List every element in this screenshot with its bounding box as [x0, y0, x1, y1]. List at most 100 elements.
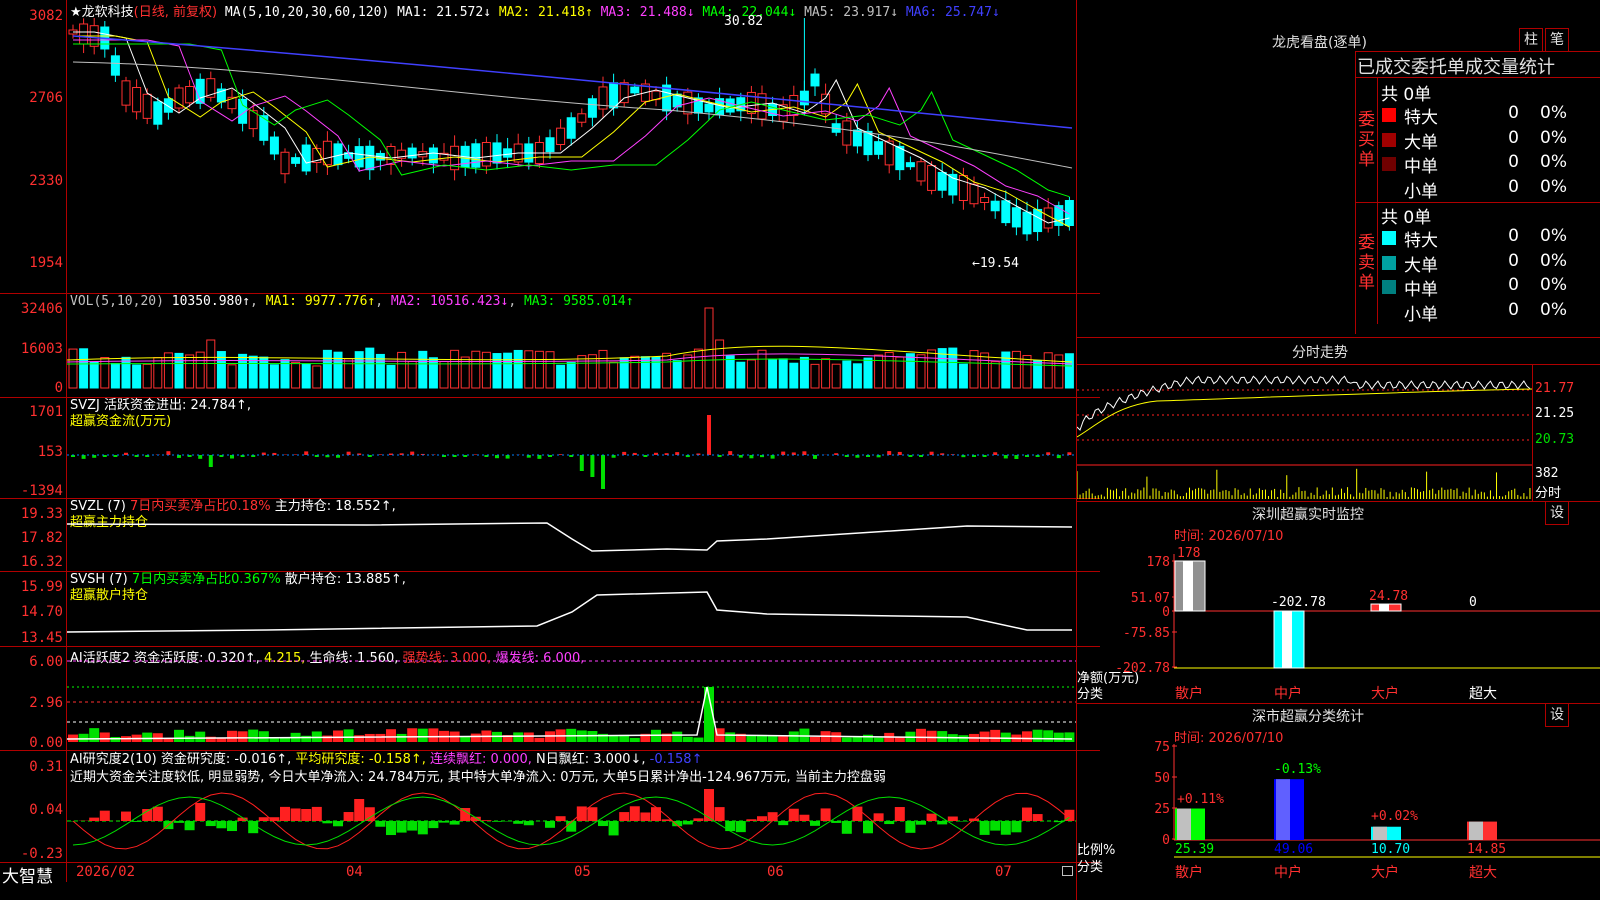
- sell-count: 0: [1508, 226, 1519, 246]
- flow-bar: [707, 415, 711, 455]
- intraday-axis-label: 20.73: [1535, 432, 1575, 447]
- high-price-marker: 30.82: [724, 14, 764, 29]
- volume-chart[interactable]: [67, 296, 1077, 396]
- volume-bar: [821, 358, 831, 389]
- retail-position-chart[interactable]: [67, 572, 1077, 646]
- volume-bar: [905, 353, 915, 389]
- buy-color-swatch: [1382, 157, 1396, 171]
- research-bar: [343, 812, 354, 821]
- stats-value-label: 14.85: [1467, 842, 1506, 857]
- activity-bar: [534, 737, 545, 742]
- x-axis-label: 05: [574, 864, 591, 880]
- activity-bar: [417, 728, 428, 742]
- flow-bar: [537, 455, 542, 459]
- research-bar: [608, 821, 619, 836]
- flow-bar: [590, 455, 595, 477]
- research-bar: [364, 807, 375, 821]
- stats-category-label: 大户: [1371, 865, 1399, 881]
- candle-body: [566, 117, 576, 139]
- monitor-settings-button[interactable]: 设: [1545, 501, 1569, 525]
- monitor-category-label: 超大: [1469, 686, 1497, 702]
- volume-bar: [524, 350, 534, 389]
- monitor-category-label: 大户: [1371, 686, 1399, 702]
- candle-body: [916, 161, 926, 182]
- monitor-category-label: 散户: [1175, 686, 1203, 702]
- bar-view-button[interactable]: 柱: [1519, 28, 1543, 52]
- candle-body: [407, 147, 417, 159]
- candle-body: [725, 98, 735, 113]
- buy-size-label: 特大: [1404, 108, 1438, 128]
- candle-body: [874, 141, 884, 155]
- volume-bar: [397, 351, 407, 389]
- research-chart[interactable]: [67, 751, 1077, 861]
- scroll-lock-icon[interactable]: [1062, 866, 1073, 876]
- net-amount-chart[interactable]: 17851.070-75.85-202.78178-202.78 24.78 0: [1077, 540, 1600, 700]
- research-bar: [354, 799, 365, 821]
- flow-bar: [198, 455, 203, 459]
- volume-bar: [534, 350, 544, 389]
- activity-bar: [767, 736, 778, 742]
- volume-bar: [1022, 355, 1032, 389]
- activity-bar: [629, 737, 640, 742]
- volume-bar: [89, 361, 99, 389]
- volume-bar: [799, 356, 809, 389]
- sell-size-label: 特大: [1404, 231, 1438, 251]
- ratio-chart[interactable]: 75 50 25 0 +0.11% -0.13% +0.02% 25.39 49.06 10.70…: [1077, 740, 1600, 900]
- activity-bar: [810, 736, 820, 742]
- volume-bar: [386, 364, 396, 389]
- volume-bar: [110, 362, 120, 389]
- sell-color-swatch: [1382, 304, 1396, 319]
- monitor-value-label: 178: [1177, 546, 1200, 561]
- candle-body: [121, 80, 131, 106]
- volume-bar: [492, 353, 502, 389]
- line-view-button[interactable]: 笔: [1545, 28, 1569, 52]
- volume-bar: [831, 363, 841, 389]
- activity-bar: [364, 733, 375, 742]
- intraday-chart[interactable]: [1077, 365, 1533, 501]
- stats-axis-label: 0: [1162, 833, 1170, 848]
- research-bar: [947, 816, 958, 821]
- volume-bar: [842, 360, 852, 389]
- main-axis-label: 2706: [29, 90, 63, 106]
- research-bar: [184, 821, 195, 831]
- monitor-bar-highlight: [1379, 604, 1389, 611]
- chart-area[interactable]: 3082 2706 2330 1954 ★龙软科技(日线, 前复权) MA(5,…: [0, 0, 1100, 900]
- main-axis-label: 1954: [29, 255, 63, 271]
- volume-bar: [683, 354, 693, 389]
- candle-body: [619, 82, 629, 104]
- sell-percent: 0%: [1540, 226, 1567, 246]
- activity-chart[interactable]: [67, 647, 1077, 750]
- flow-bar: [813, 455, 817, 459]
- vol-axis-label: 16003: [20, 341, 63, 357]
- svzl-axis-label: 19.33: [20, 506, 63, 522]
- buy-percent: 0%: [1540, 176, 1567, 197]
- activity-bar: [788, 731, 799, 742]
- research-bar: [682, 821, 693, 825]
- volume-bar: [450, 349, 460, 389]
- volume-bar: [715, 339, 725, 389]
- research-bar: [280, 806, 290, 821]
- fund-flow-chart[interactable]: [67, 398, 1077, 498]
- volume-bar: [206, 339, 216, 389]
- research-bar: [916, 821, 926, 825]
- monitor-axis-label: 178: [1147, 555, 1170, 570]
- volume-bar: [259, 356, 269, 389]
- volume-bar: [863, 357, 873, 389]
- main-force-position-chart[interactable]: [67, 499, 1077, 571]
- candle-body: [269, 136, 279, 155]
- sell-percent: 0%: [1540, 275, 1567, 295]
- candle-body: [587, 98, 597, 118]
- volume-bar: [693, 348, 703, 389]
- activity-bar: [142, 732, 153, 742]
- activity-bar: [841, 737, 852, 742]
- stats-axis-label: 25: [1154, 802, 1170, 817]
- sell-size-label: 大单: [1404, 255, 1438, 276]
- order-stats-tabs[interactable]: 已成交委托单成交量统计: [1357, 53, 1555, 79]
- candlestick-chart[interactable]: [67, 18, 1077, 292]
- buy-orders-label: 委买单: [1358, 110, 1375, 170]
- volume-bar: [556, 364, 566, 389]
- volume-bar: [884, 351, 894, 389]
- candle-body: [1011, 207, 1021, 228]
- volume-bar: [428, 357, 438, 389]
- stats-settings-button[interactable]: 设: [1545, 703, 1569, 727]
